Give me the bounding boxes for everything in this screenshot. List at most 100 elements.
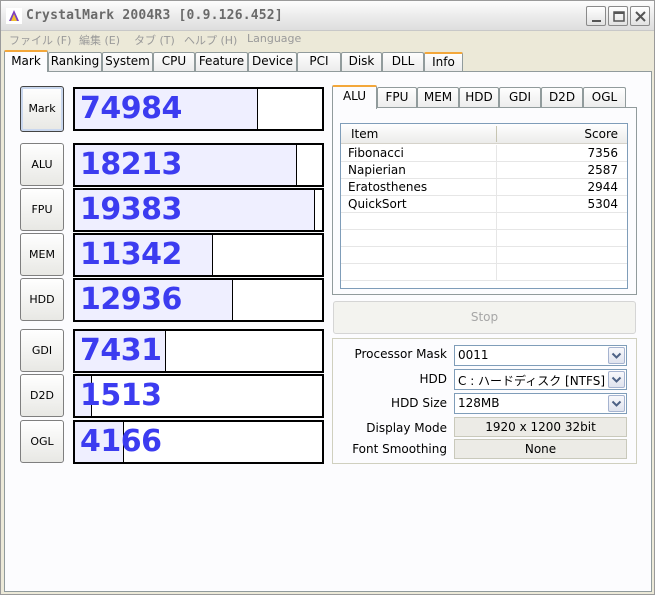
item-score: 5304 xyxy=(587,197,618,211)
alu-button[interactable]: ALU xyxy=(20,143,64,186)
item-score: 2944 xyxy=(587,180,618,194)
list-row[interactable]: Eratosthenes 2944 xyxy=(341,179,627,196)
close-button[interactable] xyxy=(630,6,650,26)
processor-mask-select[interactable]: 0011 xyxy=(454,345,627,366)
d2d-score-value: 1513 xyxy=(80,378,162,413)
item-name: Napierian xyxy=(348,163,406,177)
crystalmark-app-icon xyxy=(6,8,22,24)
hdd-select[interactable]: C : ハードディスク [NTFS] xyxy=(454,369,627,390)
tab-cpu[interactable]: CPU xyxy=(153,52,195,71)
hdd-score-bar: 12936 xyxy=(73,278,324,322)
hdd-value: C : ハードディスク [NTFS] xyxy=(458,374,606,388)
list-row[interactable] xyxy=(341,264,627,281)
mark-button[interactable]: Mark xyxy=(20,86,64,132)
dropdown-arrow-icon[interactable] xyxy=(608,347,625,364)
subtab-hdd[interactable]: HDD xyxy=(459,87,499,108)
menu-language[interactable]: Language xyxy=(247,32,301,45)
display-mode-value: 1920 x 1200 32bit xyxy=(454,417,627,437)
processor-mask-value: 0011 xyxy=(458,348,489,362)
subtab-fpu[interactable]: FPU xyxy=(377,87,417,108)
column-header-item[interactable]: Item xyxy=(351,127,378,141)
list-row[interactable]: Napierian 2587 xyxy=(341,162,627,179)
tab-mark[interactable]: Mark xyxy=(4,50,48,72)
hdd-label: HDD xyxy=(419,372,447,386)
menu-bar: ファイル (F) 編集 (E) タブ (T) ヘルプ (H) Language xyxy=(1,31,654,49)
menu-tab[interactable]: タブ (T) xyxy=(134,32,175,48)
list-row[interactable] xyxy=(341,230,627,247)
tab-dll[interactable]: DLL xyxy=(382,52,424,71)
column-divider xyxy=(496,145,497,162)
hdd-score-value: 12936 xyxy=(80,282,182,317)
column-divider xyxy=(496,264,497,281)
menu-edit[interactable]: 編集 (E) xyxy=(79,32,120,48)
hdd-size-label: HDD Size xyxy=(391,396,447,410)
dropdown-arrow-icon[interactable] xyxy=(608,395,625,412)
ogl-button[interactable]: OGL xyxy=(20,420,64,463)
item-name: Eratosthenes xyxy=(348,180,428,194)
display-mode-label: Display Mode xyxy=(366,421,447,435)
menu-help[interactable]: ヘルプ (H) xyxy=(184,32,237,48)
item-name: QuickSort xyxy=(348,197,407,211)
list-row[interactable]: Fibonacci 7356 xyxy=(341,145,627,162)
tab-device[interactable]: Device xyxy=(248,52,297,71)
font-smoothing-label: Font Smoothing xyxy=(352,442,447,456)
title-bar[interactable]: CrystalMark 2004R3 [0.9.126.452] xyxy=(1,1,654,31)
fpu-button[interactable]: FPU xyxy=(20,188,64,231)
list-row[interactable] xyxy=(341,213,627,230)
menu-file[interactable]: ファイル (F) xyxy=(9,32,71,48)
tab-info[interactable]: Info xyxy=(424,52,463,71)
list-row[interactable] xyxy=(341,247,627,264)
maximize-icon xyxy=(613,11,625,22)
subtab-ogl[interactable]: OGL xyxy=(583,87,626,108)
tab-system[interactable]: System xyxy=(102,52,153,71)
mem-score-value: 11342 xyxy=(80,237,182,272)
ogl-score-value: 4166 xyxy=(80,424,162,459)
stop-button[interactable]: Stop xyxy=(333,301,636,334)
hdd-size-value: 128MB xyxy=(458,396,500,410)
fpu-score-bar: 19383 xyxy=(73,188,324,232)
dropdown-arrow-icon[interactable] xyxy=(608,371,625,388)
subtab-d2d[interactable]: D2D xyxy=(541,87,583,108)
column-header-score[interactable]: Score xyxy=(584,127,618,141)
list-header: Item Score xyxy=(341,124,627,144)
hdd-size-select[interactable]: 128MB xyxy=(454,393,627,414)
alu-score-bar: 18213 xyxy=(73,143,324,187)
column-divider xyxy=(496,196,497,213)
subtab-mem[interactable]: MEM xyxy=(417,87,459,108)
font-smoothing-value: None xyxy=(454,439,627,459)
item-name: Fibonacci xyxy=(348,146,404,160)
column-divider xyxy=(496,213,497,230)
tab-pci[interactable]: PCI xyxy=(297,52,341,71)
header-divider[interactable] xyxy=(496,126,497,142)
item-score: 7356 xyxy=(587,146,618,160)
subtab-alu[interactable]: ALU xyxy=(332,85,377,109)
ogl-score-bar: 4166 xyxy=(73,420,324,464)
tab-ranking[interactable]: Ranking xyxy=(48,52,102,71)
item-score: 2587 xyxy=(587,163,618,177)
detail-list[interactable]: Item Score Fibonacci 7356 Napierian 2587 Era… xyxy=(340,123,628,289)
tab-feature[interactable]: Feature xyxy=(195,52,248,71)
d2d-button[interactable]: D2D xyxy=(20,374,64,417)
mark-score-value: 74984 xyxy=(80,91,182,126)
d2d-score-bar: 1513 xyxy=(73,374,324,418)
maximize-button[interactable] xyxy=(608,6,628,26)
mem-score-bar: 11342 xyxy=(73,233,324,277)
mem-button[interactable]: MEM xyxy=(20,233,64,276)
gdi-button[interactable]: GDI xyxy=(20,329,64,372)
hdd-button[interactable]: HDD xyxy=(20,278,64,321)
window-title: CrystalMark 2004R3 [0.9.126.452] xyxy=(26,8,283,23)
gdi-score-value: 7431 xyxy=(80,333,162,368)
close-icon xyxy=(635,11,646,22)
gdi-score-bar: 7431 xyxy=(73,329,324,373)
subtab-gdi[interactable]: GDI xyxy=(499,87,541,108)
minimize-button[interactable] xyxy=(586,6,606,26)
fpu-score-value: 19383 xyxy=(80,192,182,227)
column-divider xyxy=(496,179,497,196)
crystalmark-window: CrystalMark 2004R3 [0.9.126.452] ファイル (F… xyxy=(0,0,655,595)
list-row[interactable]: QuickSort 5304 xyxy=(341,196,627,213)
mark-score-bar: 74984 xyxy=(73,87,324,131)
alu-score-value: 18213 xyxy=(80,147,182,182)
column-divider xyxy=(496,162,497,179)
tab-disk[interactable]: Disk xyxy=(341,52,382,71)
minimize-icon xyxy=(592,20,601,22)
